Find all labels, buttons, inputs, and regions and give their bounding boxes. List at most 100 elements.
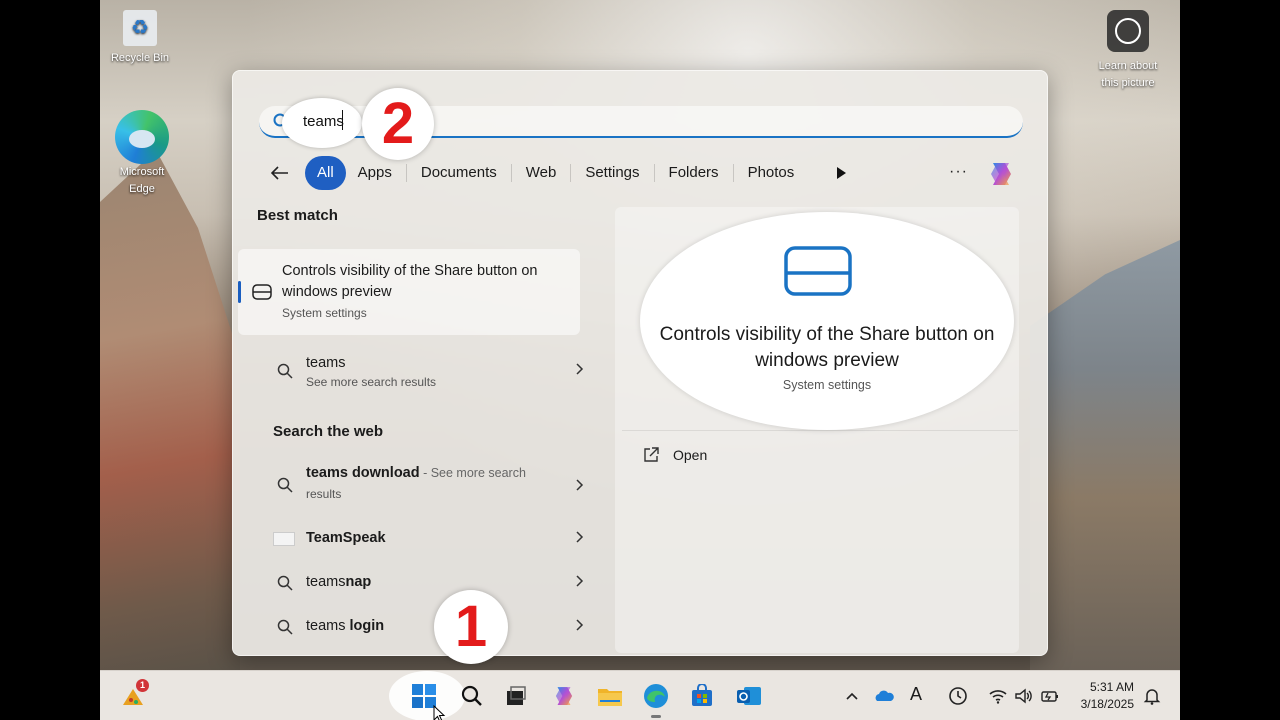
- search-icon: [277, 477, 293, 493]
- best-match-heading: Best match: [257, 207, 338, 224]
- task-view-icon: [507, 686, 526, 705]
- input-language-indicator[interactable]: A: [910, 684, 922, 705]
- clock-status-icon[interactable]: [948, 686, 968, 706]
- desktop-icon-learn-about-picture[interactable]: Learn about this picture: [1088, 10, 1168, 92]
- web-result-teamsnap[interactable]: teamsnap: [257, 563, 597, 603]
- detail-highlight: [640, 212, 1014, 430]
- filter-settings[interactable]: Settings: [573, 156, 651, 190]
- mouse-cursor-icon: [433, 705, 446, 720]
- camera-icon: [1107, 10, 1149, 52]
- teamspeak-icon: [273, 532, 295, 546]
- edge-taskbar-button[interactable]: [639, 679, 673, 713]
- edge-icon: [115, 110, 169, 164]
- recycle-bin-icon: ♻: [123, 10, 157, 46]
- letterbox-left: [0, 0, 100, 720]
- detail-subtitle: System settings: [782, 378, 872, 392]
- letterbox-right: [1180, 0, 1280, 720]
- volume-icon[interactable]: [1014, 686, 1034, 706]
- search-icon: [461, 685, 482, 706]
- notification-bell-icon[interactable]: [1142, 686, 1162, 706]
- wifi-icon[interactable]: [988, 686, 1008, 706]
- detail-divider: [622, 430, 1018, 431]
- web-result-bold: teams download: [306, 465, 420, 481]
- search-input[interactable]: teams: [303, 113, 344, 130]
- results-list: Best match: [257, 207, 607, 231]
- desktop-icon-recycle-bin[interactable]: ♻ Recycle Bin: [100, 10, 180, 67]
- best-match-result[interactable]: Controls visibility of the Share button …: [238, 249, 580, 335]
- filter-separator: [570, 164, 572, 182]
- see-more-title: teams: [306, 355, 346, 371]
- clock-time[interactable]: 5:31 AM: [1076, 680, 1134, 694]
- task-view-button[interactable]: [499, 679, 533, 713]
- widgets-badge: 1: [136, 679, 149, 692]
- open-action[interactable]: Open: [642, 444, 842, 468]
- best-match-subtitle: System settings: [282, 306, 367, 320]
- web-result-suffix: - See more search: [419, 466, 526, 480]
- filter-photos[interactable]: Photos: [736, 156, 807, 190]
- filter-bar: All Apps Documents Web Settings Folders …: [263, 156, 806, 190]
- web-result-line2: results: [306, 487, 342, 501]
- chevron-up-icon[interactable]: [842, 686, 862, 706]
- chevron-right-icon: [576, 619, 584, 631]
- filter-documents[interactable]: Documents: [409, 156, 509, 190]
- copilot-icon[interactable]: [985, 158, 1017, 190]
- recycle-bin-label: Recycle Bin: [110, 52, 170, 64]
- filter-folders[interactable]: Folders: [657, 156, 731, 190]
- desktop-icon-edge[interactable]: Microsoft Edge: [102, 110, 182, 198]
- share-settings-large-icon: [784, 246, 852, 296]
- see-more-results-row[interactable]: teams See more search results: [257, 351, 597, 391]
- open-external-icon: [644, 447, 659, 462]
- see-more-subtitle: See more search results: [306, 375, 437, 389]
- more-filters-play-icon[interactable]: [833, 164, 849, 182]
- best-match-title: Controls visibility of the Share button …: [282, 263, 538, 300]
- onedrive-icon[interactable]: [874, 686, 894, 706]
- web-result-title: teamsnap: [306, 574, 371, 590]
- outlook-icon: [737, 687, 761, 705]
- widgets-button[interactable]: 1: [116, 679, 150, 713]
- file-explorer-button[interactable]: [593, 679, 627, 713]
- folder-icon: [598, 689, 622, 706]
- filter-separator: [405, 164, 407, 182]
- detail-title: Controls visibility of the Share button …: [659, 324, 995, 371]
- clock-date[interactable]: 3/18/2025: [1066, 697, 1134, 711]
- filter-separator: [510, 164, 512, 182]
- search-icon: [277, 575, 293, 591]
- learn-about-label: Learn about this picture: [1098, 60, 1158, 89]
- web-result-bold: login: [345, 618, 385, 634]
- outlook-button[interactable]: [732, 679, 766, 713]
- arrow-left-icon: [271, 166, 288, 180]
- store-button[interactable]: [685, 679, 719, 713]
- wallpaper-mountain-left: [100, 150, 240, 670]
- web-result-bold: TeamSpeak: [306, 530, 386, 546]
- filter-separator: [732, 164, 734, 182]
- web-result-teamspeak[interactable]: TeamSpeak: [257, 519, 597, 559]
- web-result-prefix: teams: [306, 618, 346, 634]
- filter-apps[interactable]: Apps: [346, 156, 404, 190]
- taskbar-search-button[interactable]: [455, 679, 489, 713]
- copilot-icon: [555, 687, 573, 705]
- filter-separator: [653, 164, 655, 182]
- chevron-right-icon: [576, 575, 584, 587]
- search-icon: [277, 363, 293, 379]
- store-icon: [692, 684, 712, 706]
- copilot-taskbar-button[interactable]: [547, 679, 581, 713]
- step-callout-1: 1: [434, 590, 508, 664]
- filter-web[interactable]: Web: [514, 156, 569, 190]
- web-result-teams-login[interactable]: teams login: [257, 607, 597, 647]
- web-result-title: teams download - See more search: [306, 465, 526, 481]
- open-label: Open: [673, 447, 708, 463]
- more-options-icon[interactable]: ···: [949, 163, 968, 181]
- filter-all[interactable]: All: [305, 156, 346, 190]
- chevron-right-icon: [576, 363, 584, 375]
- search-the-web-heading: Search the web: [273, 423, 384, 440]
- back-button[interactable]: [263, 156, 297, 190]
- edge-label: Microsoft Edge: [119, 166, 165, 195]
- taskbar: 1 A 5:31 AM 3/18/2025: [100, 670, 1180, 720]
- share-settings-icon: [252, 284, 272, 300]
- web-result-teams-download[interactable]: teams download - See more search results: [257, 461, 597, 509]
- edge-icon: [644, 684, 668, 708]
- web-result-title: teams login: [306, 618, 384, 634]
- web-result-prefix: teams: [306, 574, 346, 590]
- web-result-bold: nap: [345, 574, 372, 590]
- battery-charging-icon[interactable]: [1040, 686, 1060, 706]
